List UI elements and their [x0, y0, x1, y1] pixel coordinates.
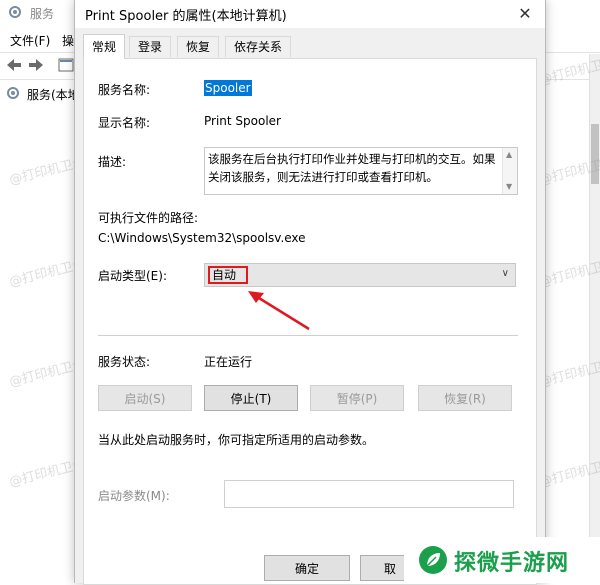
brand-name: 探微手游网 — [454, 551, 570, 576]
resume-button[interactable]: 恢复(R) — [418, 385, 512, 411]
console-tree-icon[interactable] — [58, 58, 74, 72]
service-status-label: 服务状态: — [98, 355, 151, 369]
services-title: 服务 — [30, 7, 55, 21]
startup-type-label: 启动类型(E): — [98, 269, 167, 283]
close-icon[interactable]: ✕ — [511, 2, 539, 26]
path-label: 可执行文件的路径: — [98, 211, 199, 225]
brand-badge: 探微手游网 — [404, 537, 600, 583]
menu-file[interactable]: 文件(F) — [10, 32, 50, 49]
startup-type-value: 自动 — [208, 266, 248, 284]
tab-recovery[interactable]: 恢复 — [177, 36, 219, 57]
tab-logon[interactable]: 登录 — [129, 36, 171, 57]
dialog-titlebar: Print Spooler 的属性(本地计算机) ✕ — [75, 0, 545, 28]
forward-arrow-icon[interactable] — [28, 58, 44, 72]
brand-leaf-logo — [419, 546, 447, 574]
display-name-value: Print Spooler — [204, 114, 281, 128]
gear-icon — [9, 6, 21, 18]
start-params-label: 启动参数(M): — [98, 489, 170, 503]
description-scrollbar[interactable]: ▲ ▼ — [502, 148, 517, 194]
startup-type-select[interactable]: 自动 ∨ — [204, 263, 516, 287]
pause-button[interactable]: 暂停(P) — [310, 385, 404, 411]
service-name-label: 服务名称: — [98, 83, 151, 97]
description-box[interactable]: 该服务在后台执行打印作业并处理与打印机的交互。如果关闭该服务，则无法进行打印或查… — [204, 147, 518, 195]
description-text: 该服务在后台执行打印作业并处理与打印机的交互。如果关闭该服务，则无法进行打印或查… — [208, 152, 496, 184]
properties-dialog: Print Spooler 的属性(本地计算机) ✕ 常规 登录 恢复 依存关系… — [74, 0, 546, 585]
path-value: C:\Windows\System32\spoolsv.exe — [98, 231, 306, 245]
chevron-down-icon[interactable]: ∨ — [502, 268, 509, 279]
service-name-value[interactable]: Spooler — [204, 80, 252, 96]
back-arrow-icon[interactable] — [6, 58, 22, 72]
tree-item-services-local[interactable]: 服务(本地 — [27, 86, 80, 103]
dialog-title: Print Spooler 的属性(本地计算机) — [85, 9, 287, 24]
tab-dependencies[interactable]: 依存关系 — [225, 36, 291, 57]
ok-button[interactable]: 确定 — [264, 555, 350, 581]
start-params-input[interactable] — [224, 480, 514, 508]
description-label: 描述: — [98, 155, 127, 169]
menu-action[interactable]: 操 — [62, 32, 74, 49]
general-panel: 服务名称: Spooler 显示名称: Print Spooler 描述: 该服… — [83, 58, 537, 585]
start-params-note: 当从此处启动服务时，你可指定所适用的启动参数。 — [98, 433, 375, 447]
scroll-down-icon[interactable]: ▼ — [506, 182, 512, 191]
tab-general[interactable]: 常规 — [83, 34, 125, 59]
display-name-label: 显示名称: — [98, 116, 151, 130]
scroll-up-icon[interactable]: ▲ — [506, 150, 512, 159]
stop-button[interactable]: 停止(T) — [204, 385, 298, 411]
start-button[interactable]: 启动(S) — [98, 385, 192, 411]
services-scrollbar[interactable] — [589, 54, 600, 583]
services-gear-icon — [7, 87, 19, 99]
annotation-arrow-icon — [248, 291, 310, 331]
service-status-value: 正在运行 — [204, 355, 253, 369]
separator — [98, 335, 518, 336]
